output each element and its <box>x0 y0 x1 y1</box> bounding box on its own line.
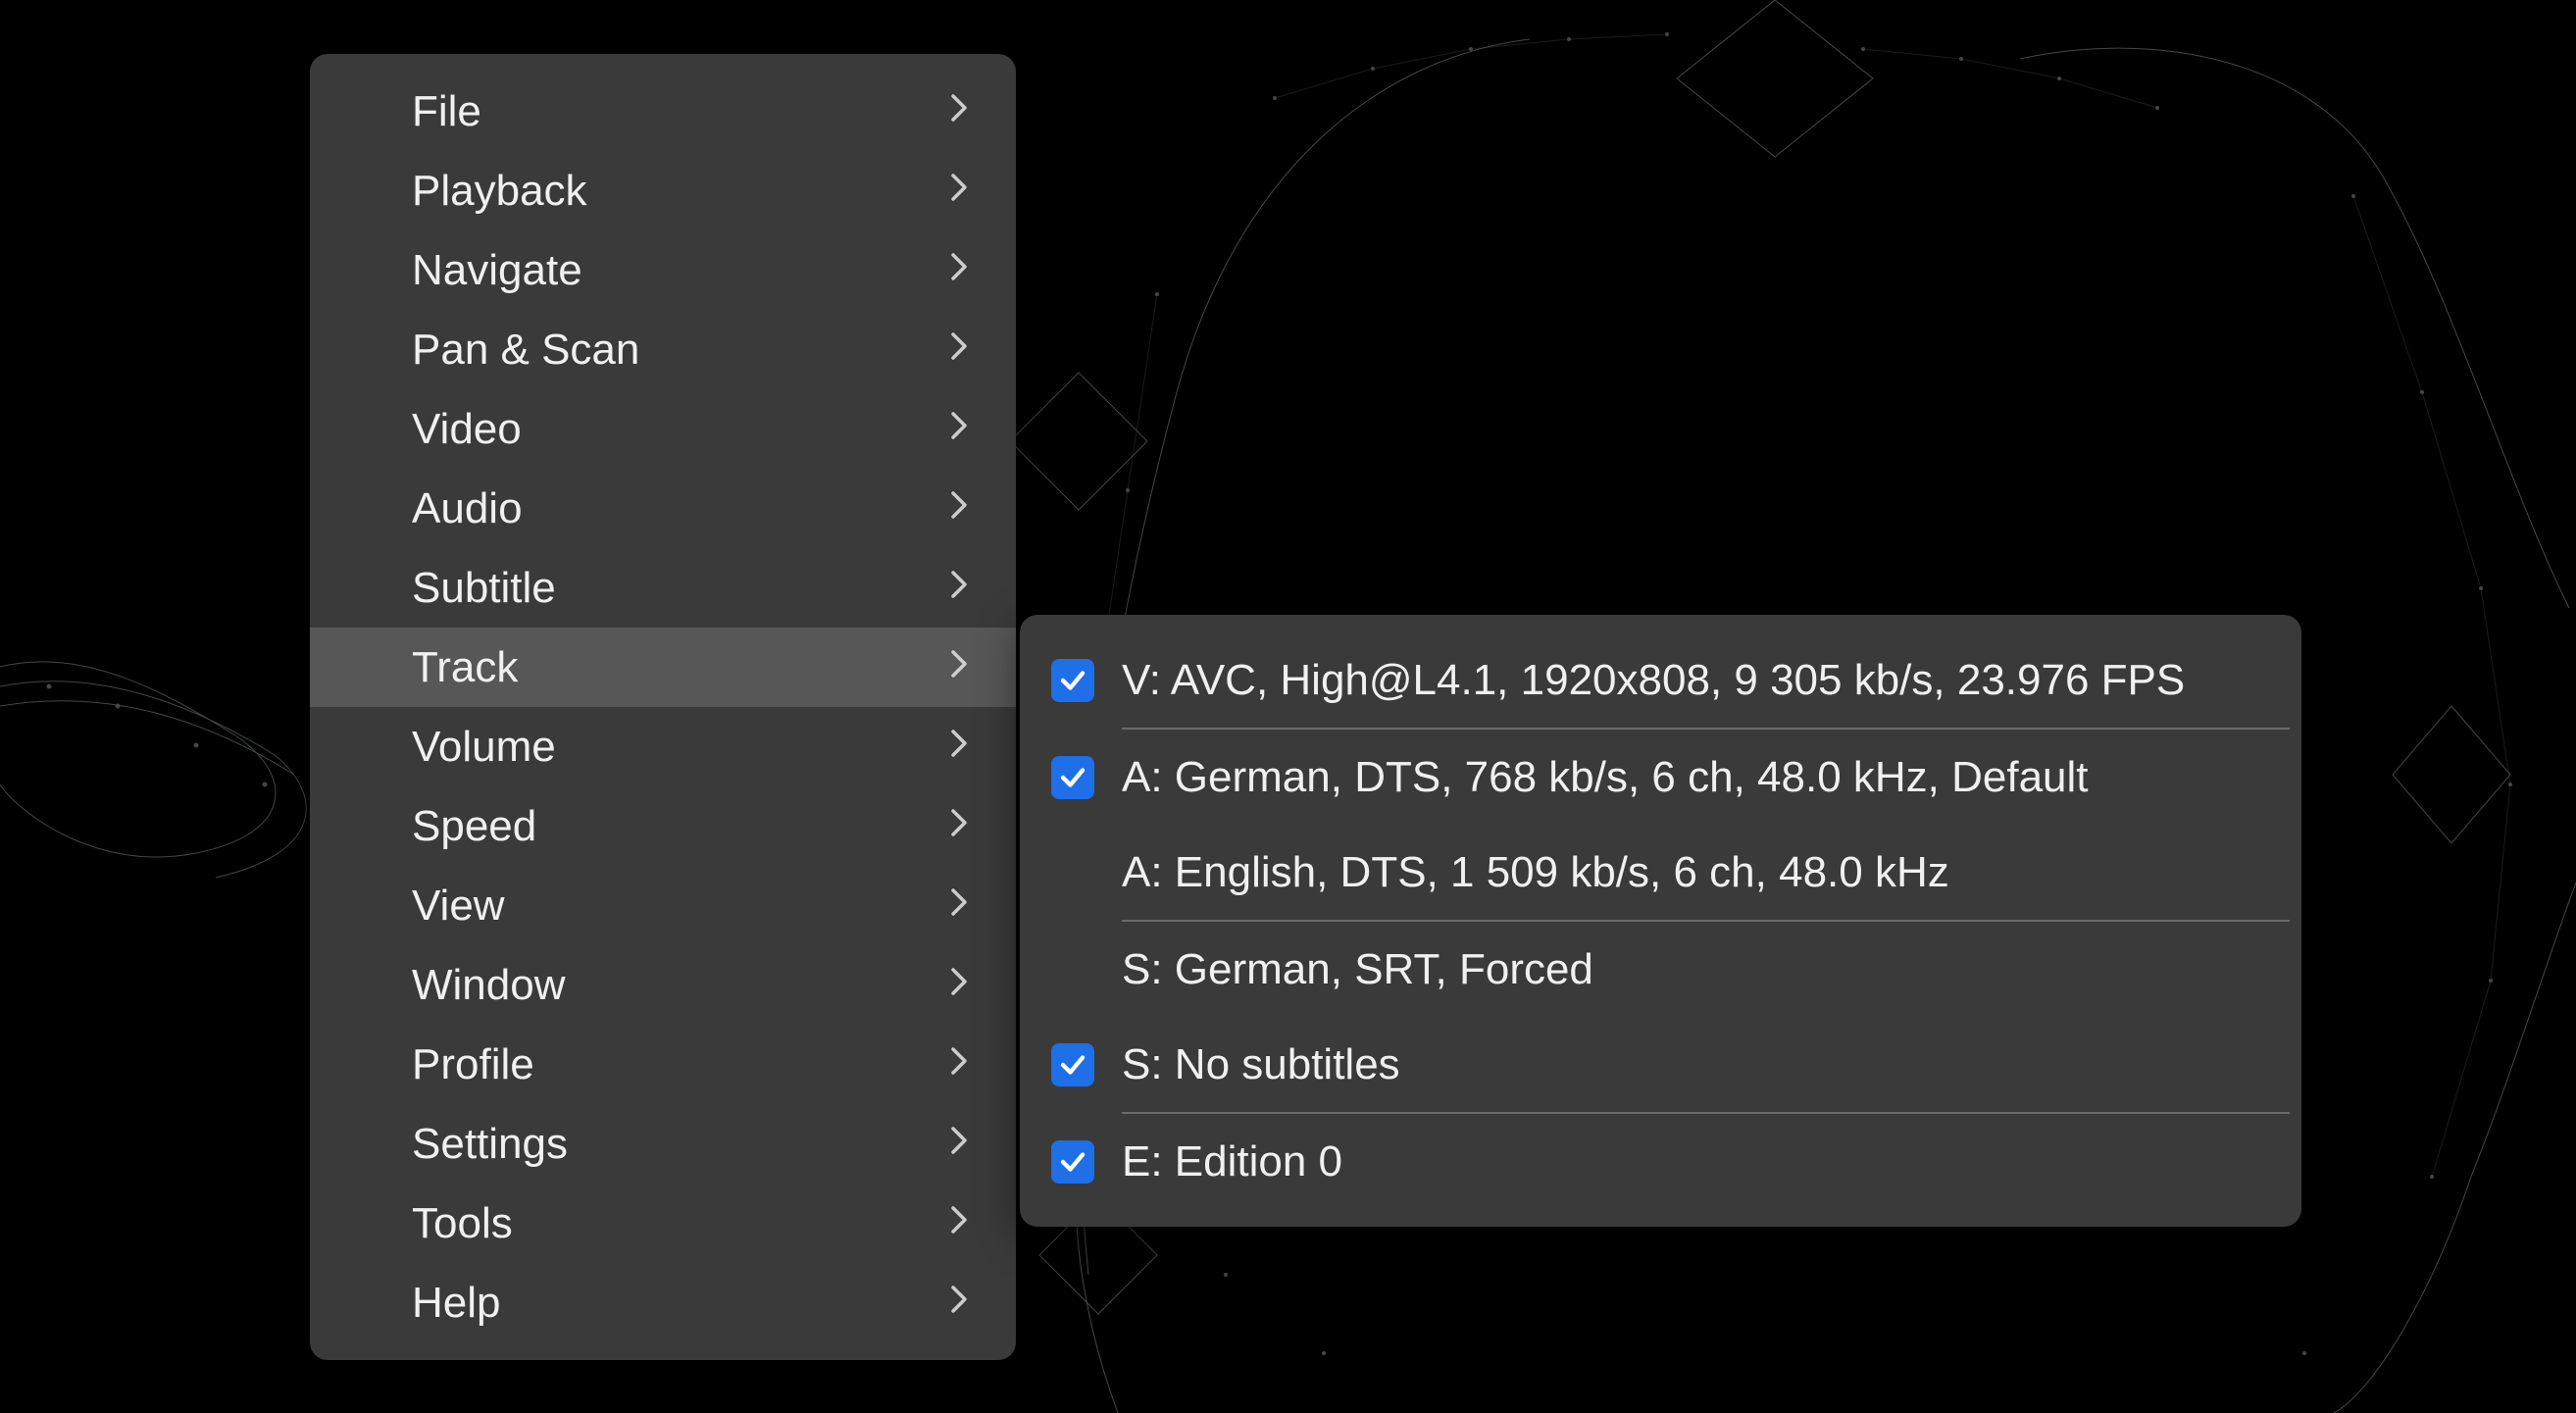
track-item-label: S: No subtitles <box>1122 1040 2262 1089</box>
track-item[interactable]: V: AVC, High@L4.1, 1920x808, 9 305 kb/s,… <box>1020 632 2301 728</box>
track-item-label: A: German, DTS, 768 kb/s, 6 ch, 48.0 kHz… <box>1122 753 2262 802</box>
checkbox-checked-icon <box>1051 659 1094 702</box>
menu-item-label: Video <box>412 405 522 454</box>
track-item[interactable]: S: No subtitles <box>1020 1017 2301 1112</box>
menu-item-subtitle[interactable]: Subtitle <box>310 548 1016 628</box>
context-menu: File Playback Navigate Pan & Scan Video Audio… <box>310 54 1016 1360</box>
chevron-right-icon <box>949 91 969 132</box>
menu-item-settings[interactable]: Settings <box>310 1104 1016 1184</box>
menu-item-label: Help <box>412 1279 501 1328</box>
menu-item-label: Settings <box>412 1120 568 1169</box>
checkbox-slot <box>1051 1043 1122 1086</box>
menu-item-volume[interactable]: Volume <box>310 707 1016 786</box>
track-item[interactable]: A: English, DTS, 1 509 kb/s, 6 ch, 48.0 … <box>1020 825 2301 920</box>
track-item-label: E: Edition 0 <box>1122 1137 2262 1186</box>
checkbox-checked-icon <box>1051 1043 1094 1086</box>
menu-item-speed[interactable]: Speed <box>310 786 1016 866</box>
menu-item-help[interactable]: Help <box>310 1263 1016 1342</box>
track-item[interactable]: S: German, SRT, Forced <box>1020 922 2301 1017</box>
chevron-right-icon <box>949 647 969 688</box>
track-item-label: A: English, DTS, 1 509 kb/s, 6 ch, 48.0 … <box>1122 848 2262 897</box>
menu-item-label: Track <box>412 643 518 692</box>
menu-item-label: Pan & Scan <box>412 326 639 375</box>
menu-item-label: Profile <box>412 1040 534 1089</box>
menu-item-label: Navigate <box>412 246 582 295</box>
menu-item-playback[interactable]: Playback <box>310 151 1016 230</box>
menu-item-label: Playback <box>412 167 587 216</box>
chevron-right-icon <box>949 965 969 1006</box>
menu-item-label: Window <box>412 961 566 1010</box>
checkbox-slot <box>1051 756 1122 799</box>
track-item-label: V: AVC, High@L4.1, 1920x808, 9 305 kb/s,… <box>1122 656 2262 705</box>
track-item[interactable]: E: Edition 0 <box>1020 1114 2301 1209</box>
menu-item-view[interactable]: View <box>310 866 1016 945</box>
chevron-right-icon <box>949 1203 969 1244</box>
checkbox-slot <box>1051 1140 1122 1184</box>
chevron-right-icon <box>949 250 969 291</box>
track-item[interactable]: A: German, DTS, 768 kb/s, 6 ch, 48.0 kHz… <box>1020 730 2301 825</box>
chevron-right-icon <box>949 568 969 609</box>
chevron-right-icon <box>949 1124 969 1165</box>
checkbox-checked-icon <box>1051 1140 1094 1184</box>
checkbox-checked-icon <box>1051 756 1094 799</box>
menu-item-window[interactable]: Window <box>310 945 1016 1025</box>
chevron-right-icon <box>949 885 969 927</box>
track-item-label: S: German, SRT, Forced <box>1122 945 2262 994</box>
menu-item-profile[interactable]: Profile <box>310 1025 1016 1104</box>
menu-item-navigate[interactable]: Navigate <box>310 230 1016 310</box>
chevron-right-icon <box>949 488 969 530</box>
chevron-right-icon <box>949 806 969 847</box>
chevron-right-icon <box>949 409 969 450</box>
menu-item-label: Speed <box>412 802 536 851</box>
menu-item-label: File <box>412 87 481 136</box>
chevron-right-icon <box>949 329 969 371</box>
menu-item-label: Subtitle <box>412 564 556 613</box>
menu-item-tools[interactable]: Tools <box>310 1184 1016 1263</box>
menu-item-file[interactable]: File <box>310 72 1016 151</box>
menu-item-video[interactable]: Video <box>310 389 1016 469</box>
menu-item-track[interactable]: Track <box>310 628 1016 707</box>
chevron-right-icon <box>949 1044 969 1085</box>
menu-item-label: Audio <box>412 484 523 533</box>
menu-item-pan-scan[interactable]: Pan & Scan <box>310 310 1016 389</box>
chevron-right-icon <box>949 171 969 212</box>
menu-item-label: View <box>412 882 505 931</box>
checkbox-slot <box>1051 659 1122 702</box>
menu-item-audio[interactable]: Audio <box>310 469 1016 548</box>
track-submenu: V: AVC, High@L4.1, 1920x808, 9 305 kb/s,… <box>1020 615 2301 1227</box>
chevron-right-icon <box>949 1283 969 1324</box>
menu-item-label: Tools <box>412 1199 513 1248</box>
menu-item-label: Volume <box>412 723 556 772</box>
chevron-right-icon <box>949 727 969 768</box>
